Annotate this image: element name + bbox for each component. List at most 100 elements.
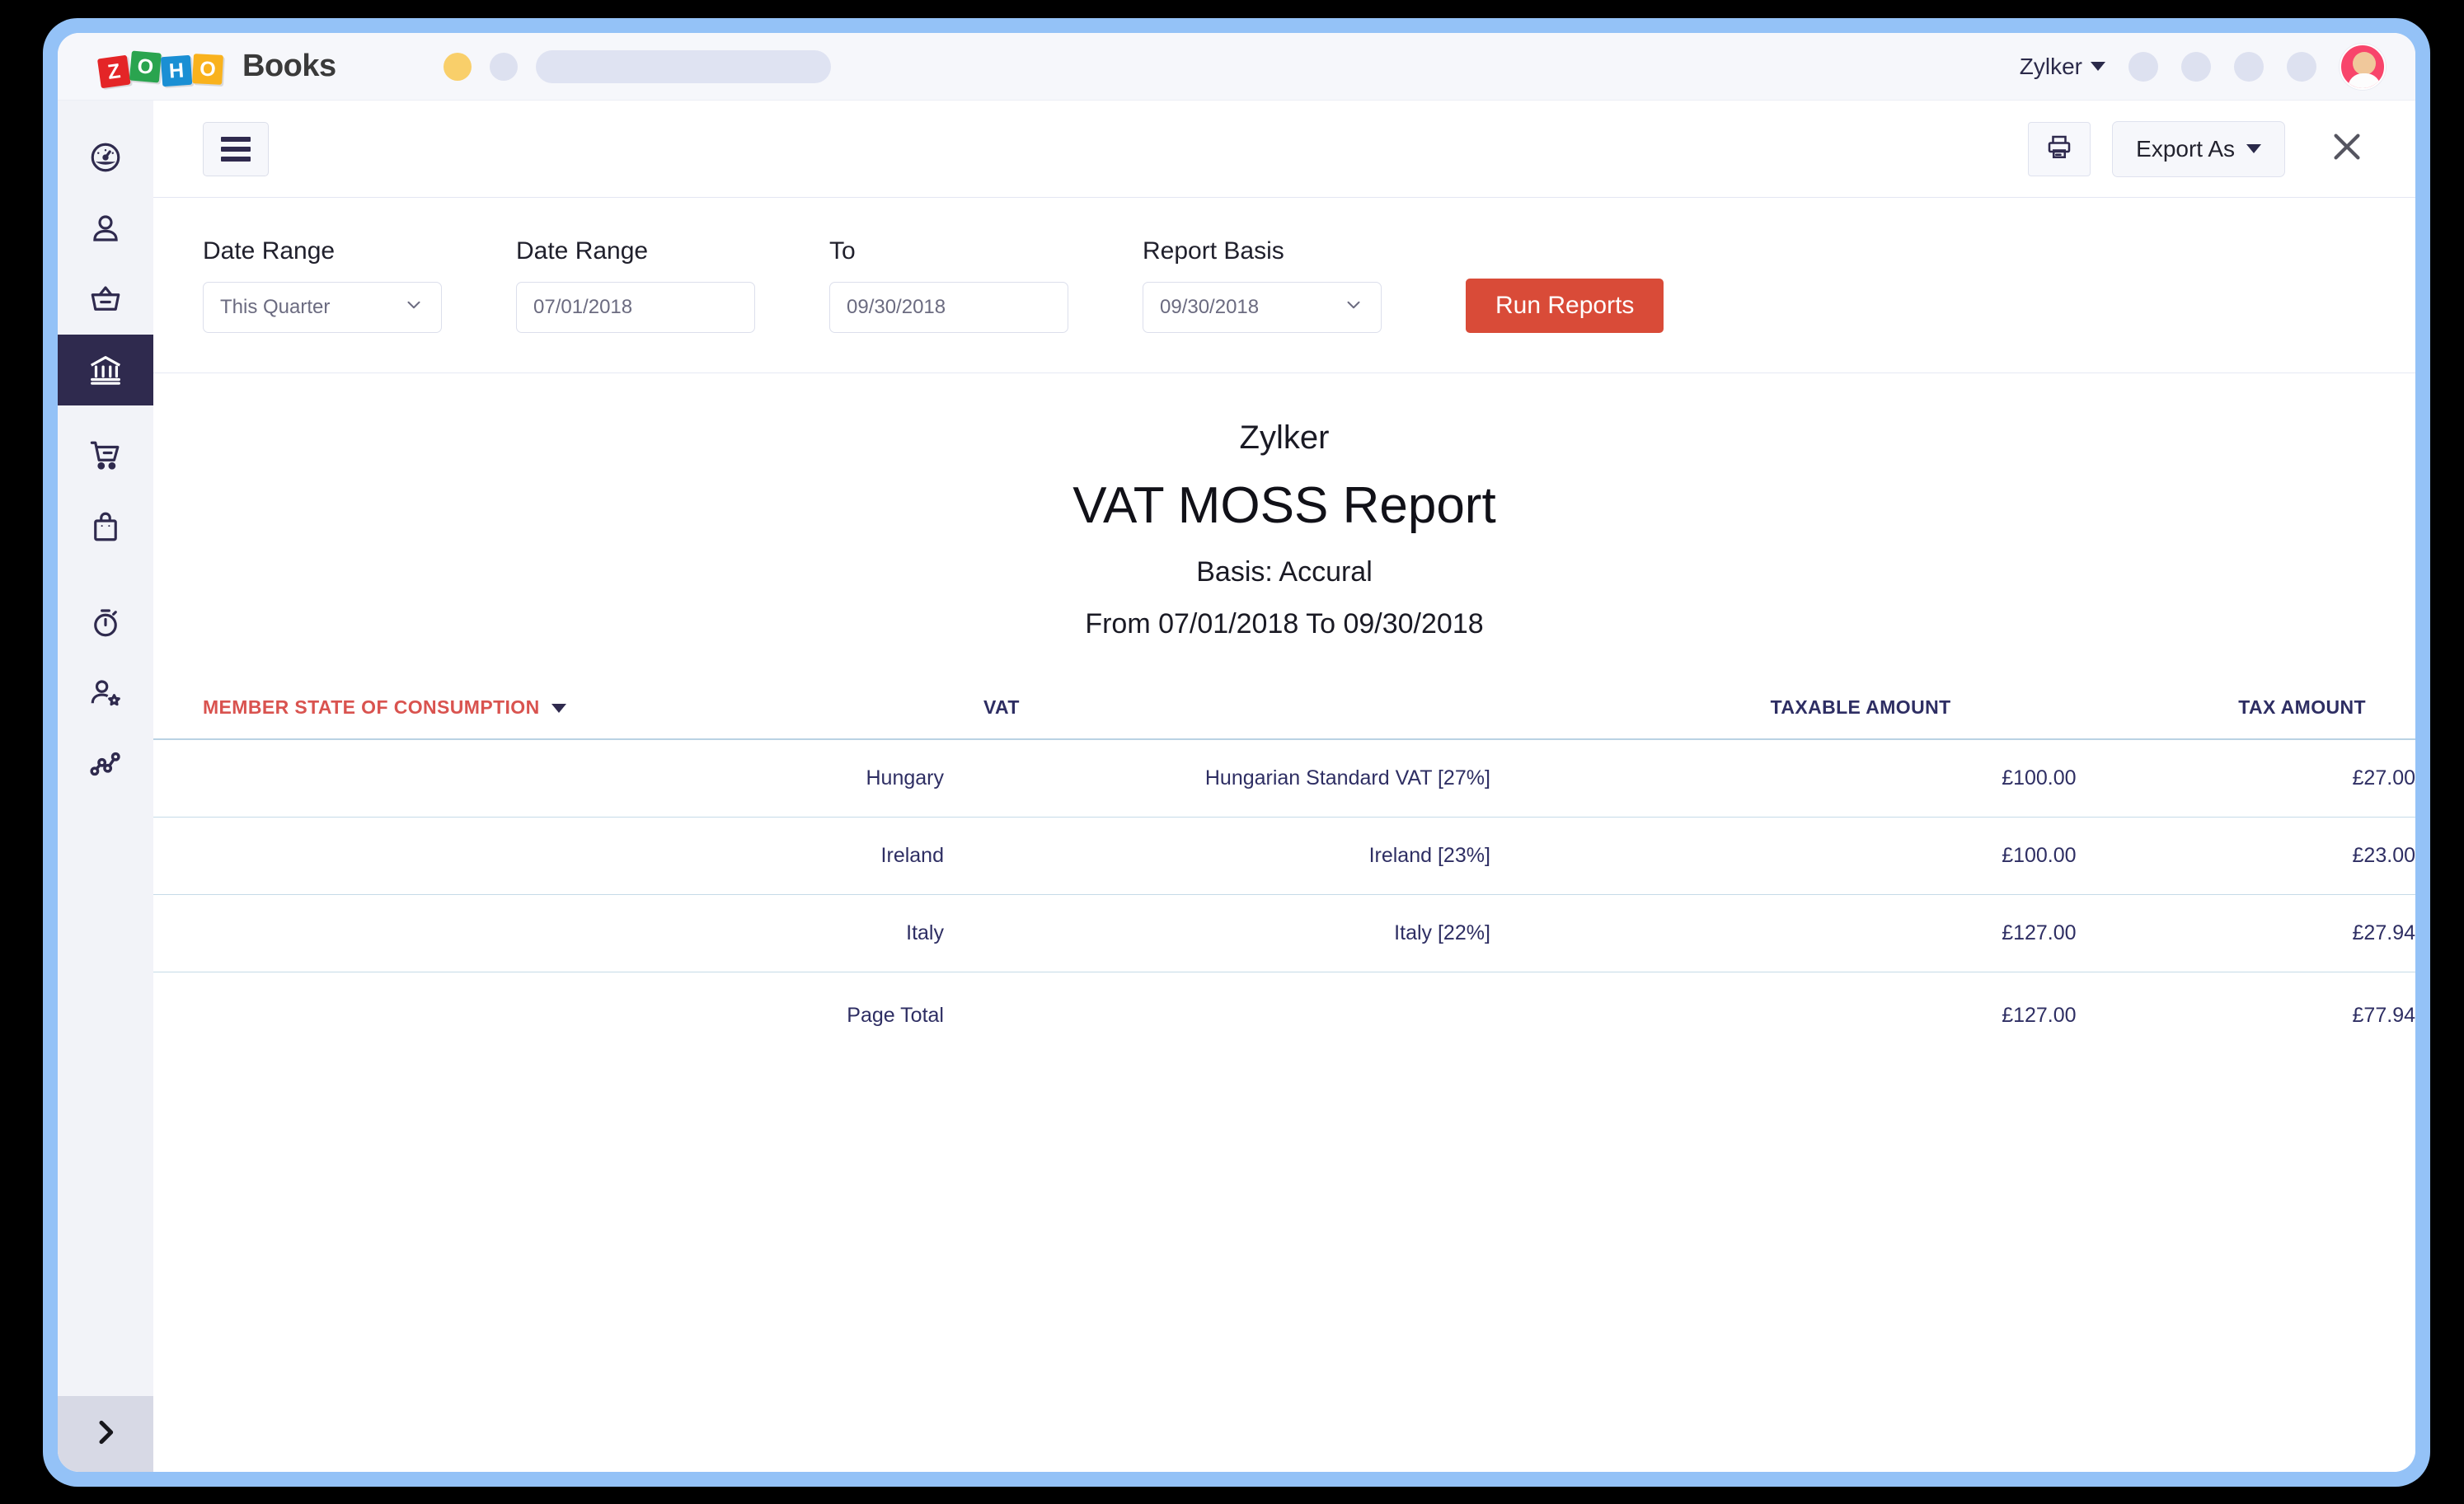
sidebar-item-accountant[interactable] [58, 658, 153, 729]
sidebar-item-banking[interactable] [58, 335, 153, 405]
report-basis-select[interactable]: 09/30/2018 [1143, 282, 1382, 333]
cell-taxable-amount: £100.00 [1490, 818, 2077, 895]
chevron-down-icon [2091, 62, 2105, 71]
zoho-logo-blocks: Z O H O [99, 49, 223, 85]
cell-page-total-label: Page Total [153, 972, 944, 1055]
top-bar: Z O H O Books Zylker [58, 33, 2415, 101]
sidebar-expand-button[interactable] [58, 1396, 153, 1472]
sidebar-item-reports[interactable] [58, 729, 153, 799]
close-icon [2328, 128, 2366, 170]
basket-icon [88, 282, 123, 316]
logo-block-z: Z [97, 54, 131, 88]
cell-taxable-amount: £127.00 [1490, 895, 2077, 972]
toolbar-actions: Export As [2028, 121, 2372, 177]
to-date-input[interactable]: 09/30/2018 [829, 282, 1068, 333]
org-switcher[interactable]: Zylker [2020, 54, 2105, 80]
cell-page-total-tax: £77.94 [2077, 972, 2415, 1055]
cell-tax-amount[interactable]: £27.00 [2077, 739, 2415, 818]
date-range-label: Date Range [203, 237, 442, 265]
table-row[interactable]: Italy Italy [22%] £127.00 £27.94 [153, 895, 2415, 972]
report-content: Export As Date Range [153, 101, 2415, 1472]
topbar-right-group: Zylker [2020, 44, 2386, 90]
report-area: Zylker VAT MOSS Report Basis: Accural Fr… [153, 373, 2415, 1472]
report-table: MEMBER STATE OF CONSUMPTION VAT TAXABLE … [153, 677, 2415, 1054]
cell-member-state: Hungary [153, 739, 944, 818]
shopping-cart-icon [88, 438, 123, 473]
topbar-center-group [444, 50, 831, 83]
cell-vat: Italy [22%] [944, 895, 1490, 972]
app-window: Z O H O Books Zylker [58, 33, 2415, 1472]
search-input[interactable] [536, 50, 831, 83]
report-org-name: Zylker [153, 419, 2415, 457]
date-range-select[interactable]: This Quarter [203, 282, 442, 333]
print-button[interactable] [2028, 122, 2091, 176]
report-period-text: From 07/01/2018 To 09/30/2018 [153, 608, 2415, 640]
topbar-icon-2[interactable] [2181, 52, 2211, 82]
bank-icon [87, 351, 124, 389]
filter-to-date: To 09/30/2018 [829, 237, 1068, 333]
chevron-down-icon [403, 294, 425, 321]
chevron-down-icon [2246, 144, 2261, 153]
topbar-icon-1[interactable] [2128, 52, 2158, 82]
topbar-icon-3[interactable] [2234, 52, 2264, 82]
column-header-member-state[interactable]: MEMBER STATE OF CONSUMPTION [153, 677, 944, 739]
cell-tax-amount[interactable]: £27.94 [2077, 895, 2415, 972]
close-button[interactable] [2321, 124, 2372, 175]
cell-taxable-amount: £100.00 [1490, 739, 2077, 818]
from-date-value: 07/01/2018 [533, 296, 632, 319]
chevron-down-icon [1343, 294, 1364, 321]
topbar-icon-4[interactable] [2287, 52, 2316, 82]
table-header: MEMBER STATE OF CONSUMPTION VAT TAXABLE … [153, 677, 2415, 739]
export-as-button[interactable]: Export As [2112, 121, 2285, 177]
notification-dot-icon[interactable] [444, 53, 472, 81]
sidebar-item-items[interactable] [58, 264, 153, 335]
logo-block-h: H [161, 54, 192, 86]
from-date-input[interactable]: 07/01/2018 [516, 282, 755, 333]
column-header-tax-amount[interactable]: TAX AMOUNT [2077, 677, 2415, 739]
cell-vat: Ireland [23%] [944, 818, 1490, 895]
sidebar-item-contacts[interactable] [58, 193, 153, 264]
cell-page-total-vat [944, 972, 1490, 1055]
filter-bar: Date Range This Quarter Date Range 07/01… [153, 198, 2415, 373]
cell-member-state: Ireland [153, 818, 944, 895]
brand-name: Books [242, 49, 336, 84]
sidebar-item-time-tracking[interactable] [58, 587, 153, 658]
report-toolbar: Export As [153, 101, 2415, 198]
column-header-taxable-amount[interactable]: TAXABLE AMOUNT [1490, 677, 2077, 739]
person-star-icon [88, 676, 123, 710]
sidebar-item-purchases[interactable] [58, 491, 153, 562]
print-icon [2044, 132, 2074, 166]
logo-block-o1: O [129, 50, 162, 82]
hamburger-icon[interactable] [203, 122, 269, 176]
line-chart-icon [88, 747, 123, 781]
page-total-row: Page Total £127.00 £77.94 [153, 972, 2415, 1055]
column-header-vat[interactable]: VAT [944, 677, 1490, 739]
table-row[interactable]: Ireland Ireland [23%] £100.00 £23.00 [153, 818, 2415, 895]
person-icon [88, 211, 123, 246]
chevron-right-icon [89, 1416, 122, 1453]
sidebar-item-dashboard[interactable] [58, 122, 153, 193]
filter-report-basis: Report Basis 09/30/2018 [1143, 237, 1382, 333]
cell-vat: Hungarian Standard VAT [27%] [944, 739, 1490, 818]
sidebar-item-sales[interactable] [58, 420, 153, 491]
run-reports-button[interactable]: Run Reports [1466, 279, 1664, 333]
org-name-label: Zylker [2020, 54, 2082, 80]
cell-tax-amount[interactable]: £23.00 [2077, 818, 2415, 895]
avatar[interactable] [2340, 44, 2386, 90]
app-body: Export As Date Range [58, 101, 2415, 1472]
device-frame: Z O H O Books Zylker [43, 18, 2430, 1487]
column-header-member-state-label: MEMBER STATE OF CONSUMPTION [203, 696, 540, 718]
report-header: Zylker VAT MOSS Report Basis: Accural Fr… [153, 373, 2415, 677]
page-title: VAT MOSS Report [153, 476, 2415, 535]
brand-logo[interactable]: Z O H O Books [99, 49, 336, 85]
shopping-bag-icon [88, 509, 123, 544]
filter-date-range: Date Range This Quarter [203, 237, 442, 333]
cell-page-total-taxable: £127.00 [1490, 972, 2077, 1055]
export-as-label: Export As [2136, 136, 2235, 162]
to-date-value: 09/30/2018 [847, 296, 946, 319]
table-body: Hungary Hungarian Standard VAT [27%] £10… [153, 739, 2415, 1054]
sort-caret-icon [551, 704, 566, 713]
placeholder-dot-icon[interactable] [490, 53, 518, 81]
cell-member-state: Italy [153, 895, 944, 972]
table-row[interactable]: Hungary Hungarian Standard VAT [27%] £10… [153, 739, 2415, 818]
